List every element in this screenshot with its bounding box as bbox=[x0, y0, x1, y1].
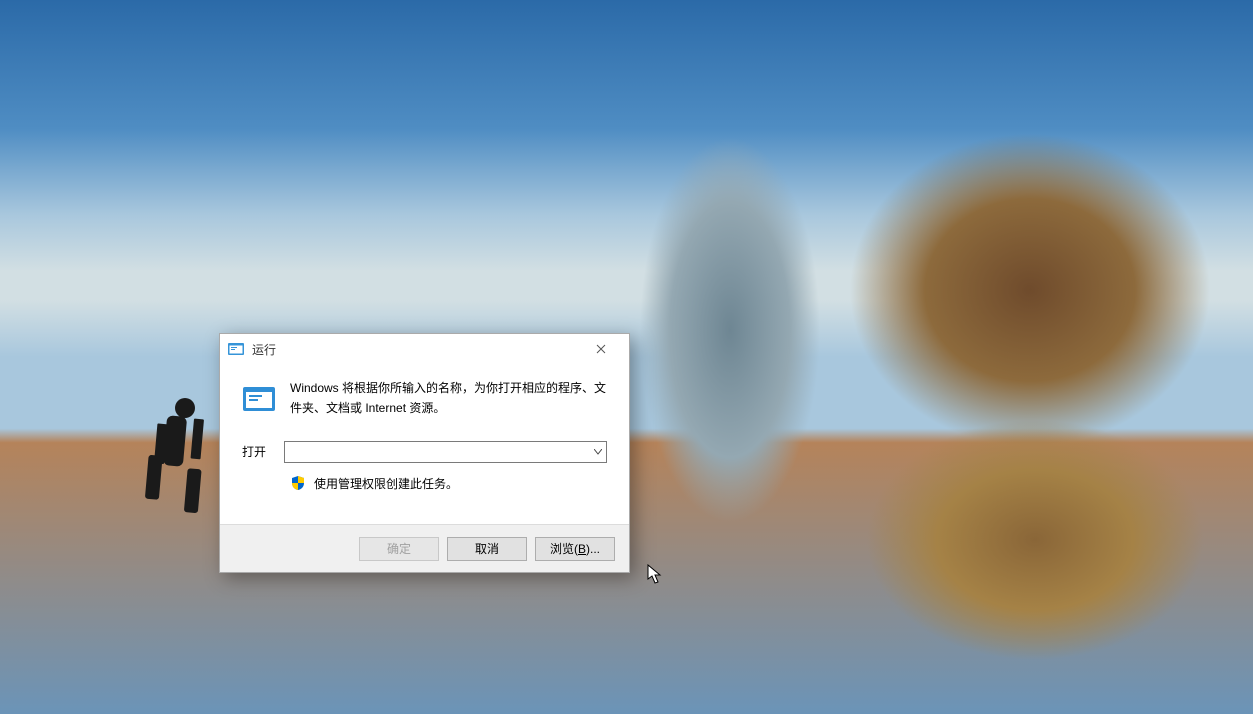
run-dialog: 运行 Windows 将根据你所输入的名称，为你打开相应的程序、文件夹、文档或 … bbox=[219, 333, 630, 573]
close-button[interactable] bbox=[581, 335, 621, 363]
ok-button[interactable]: 确定 bbox=[359, 537, 439, 561]
dialog-button-row: 确定 取消 浏览(B)... bbox=[220, 524, 629, 572]
run-icon-large bbox=[242, 382, 276, 416]
titlebar[interactable]: 运行 bbox=[220, 334, 629, 364]
run-icon bbox=[228, 341, 244, 357]
browse-button[interactable]: 浏览(B)... bbox=[535, 537, 615, 561]
browse-prefix: 浏览( bbox=[550, 540, 578, 557]
dialog-body: Windows 将根据你所输入的名称，为你打开相应的程序、文件夹、文档或 Int… bbox=[220, 364, 629, 524]
shield-icon bbox=[290, 475, 306, 491]
open-input[interactable] bbox=[285, 442, 590, 462]
browse-suffix: )... bbox=[586, 542, 600, 556]
open-label: 打开 bbox=[242, 443, 266, 460]
open-combobox[interactable] bbox=[284, 441, 607, 463]
dialog-title: 运行 bbox=[252, 341, 581, 358]
admin-privilege-label: 使用管理权限创建此任务。 bbox=[314, 475, 458, 492]
chevron-down-icon[interactable] bbox=[590, 447, 606, 457]
dialog-description: Windows 将根据你所输入的名称，为你打开相应的程序、文件夹、文档或 Int… bbox=[290, 378, 607, 419]
mouse-cursor bbox=[647, 564, 663, 586]
cancel-button[interactable]: 取消 bbox=[447, 537, 527, 561]
close-icon bbox=[596, 342, 606, 356]
browse-access-key: B bbox=[578, 542, 586, 556]
